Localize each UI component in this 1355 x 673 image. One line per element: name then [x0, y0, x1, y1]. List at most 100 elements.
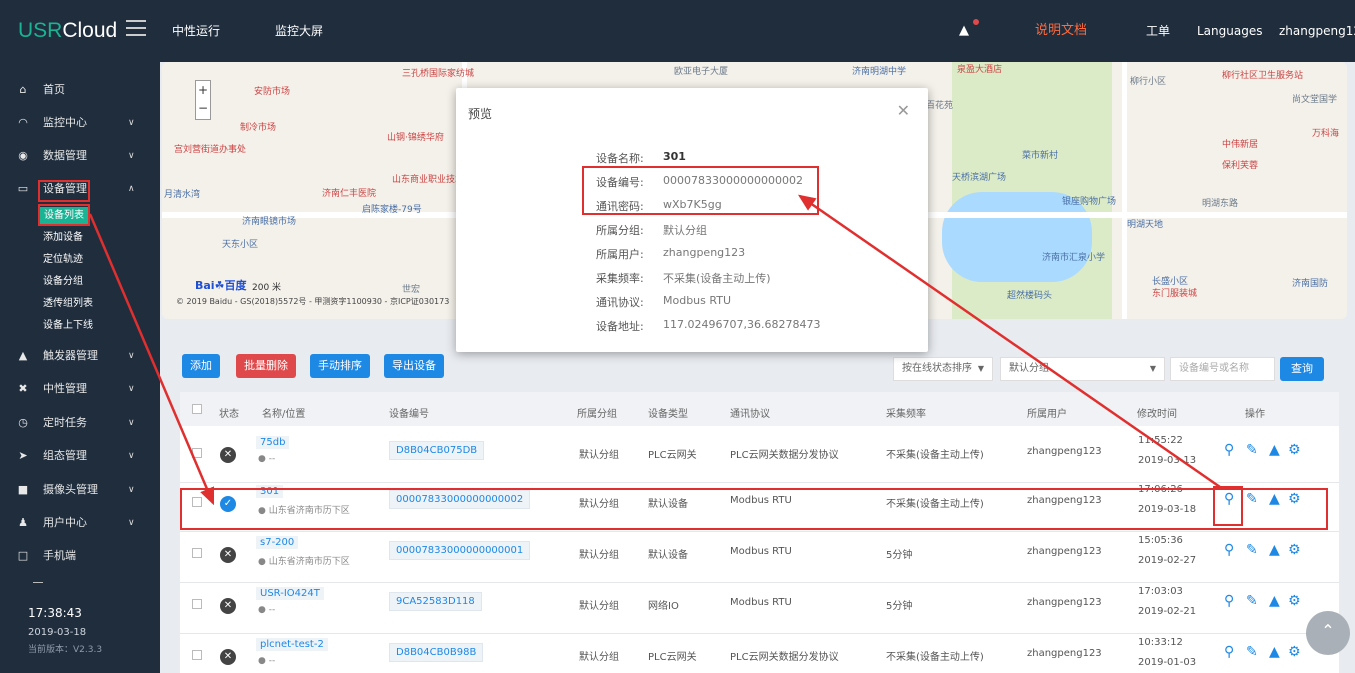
map-label: 天桥滨湖广场 — [952, 173, 1007, 183]
device-number[interactable]: D8B04CB075DB — [389, 441, 485, 460]
edit-icon[interactable]: ✎ — [1246, 644, 1258, 660]
map-zoom-control[interactable]: + − — [195, 80, 211, 120]
sidebar-sub-add-device[interactable]: 添加设备 — [43, 229, 83, 247]
modified-time: 11:55:22 — [1138, 435, 1183, 446]
device-frequency: 5分钟 — [886, 601, 913, 612]
nav-monitor-screen[interactable]: 监控大屏 — [275, 0, 323, 62]
device-number[interactable]: 9CA52583D118 — [389, 592, 482, 611]
gear-icon[interactable]: ⚙ — [1288, 442, 1301, 458]
field-group: 所属分组: 默认分组 — [596, 224, 707, 237]
manual-sort-button[interactable]: 手动排序 — [310, 354, 370, 378]
edit-icon[interactable]: ✎ — [1246, 542, 1258, 558]
chevron-down-icon: ∨ — [128, 384, 135, 394]
device-frequency: 不采集(设备主动上传) — [886, 450, 984, 461]
search-icon[interactable]: ⚲ — [1224, 442, 1234, 458]
device-user: zhangpeng123 — [1027, 546, 1102, 557]
edit-icon[interactable]: ✎ — [1246, 593, 1258, 609]
row-checkbox[interactable] — [192, 548, 202, 558]
map-label: 东门服装城 — [1152, 289, 1198, 299]
caret-down-icon: ▼ — [977, 364, 984, 373]
annotation-box-device-info — [582, 166, 819, 215]
offline-x-icon: ✕ — [220, 447, 236, 463]
field-device-name: 设备名称: 301 — [596, 150, 686, 165]
sort-select[interactable]: 按在线状态排序 ▼ — [893, 357, 993, 381]
menu-toggle-icon[interactable] — [126, 20, 146, 36]
map-label: 柳行小区 — [1130, 77, 1167, 87]
scroll-top-button[interactable]: ⌃ — [1306, 611, 1350, 655]
nav-user[interactable]: zhangpeng123 — [1279, 0, 1355, 62]
search-input[interactable]: 设备编号或名称 — [1170, 357, 1275, 381]
annotation-box-row — [180, 488, 1328, 530]
map-label: 欧亚电子大厦 — [674, 67, 729, 77]
map-label: 济南明湖中学 — [852, 67, 907, 77]
caret-down-icon: ▼ — [1149, 364, 1156, 373]
camera-icon: ■ — [17, 483, 29, 496]
offline-x-icon: ✕ — [220, 547, 236, 563]
row-checkbox[interactable] — [192, 599, 202, 609]
batch-delete-button[interactable]: 批量删除 — [236, 354, 296, 378]
row-checkbox[interactable] — [192, 448, 202, 458]
device-name[interactable]: s7-200 — [256, 536, 299, 549]
offline-x-icon: ✕ — [220, 649, 236, 665]
sidebar-item-home[interactable]: ⌂ 首页 — [0, 80, 160, 100]
bell-icon[interactable]: ▲ — [959, 19, 979, 39]
select-all-checkbox[interactable] — [192, 404, 202, 414]
device-user: zhangpeng123 — [1027, 446, 1102, 457]
device-name[interactable]: 75db — [256, 436, 290, 449]
annotation-box-device-list — [38, 204, 90, 226]
row-checkbox[interactable] — [192, 650, 202, 660]
trash-icon[interactable]: ▲ — [1269, 593, 1280, 609]
gear-icon[interactable]: ⚙ — [1288, 644, 1301, 660]
trash-icon[interactable]: ▲ — [1269, 644, 1280, 660]
trash-icon[interactable]: ▲ — [1269, 442, 1280, 458]
sidebar-item-monitor[interactable]: ◠ 监控中心 ∨ — [0, 113, 160, 133]
sidebar-sub-passthrough[interactable]: 透传组列表 — [43, 295, 93, 313]
notification-dot — [973, 19, 979, 25]
sidebar-item-schedule[interactable]: ◷ 定时任务 ∨ — [0, 413, 160, 433]
sidebar-item-data[interactable]: ◉ 数据管理 ∨ — [0, 146, 160, 166]
device-user: zhangpeng123 — [1027, 648, 1102, 659]
gear-icon[interactable]: ⚙ — [1288, 542, 1301, 558]
sidebar-item-mobile[interactable]: □ 手机端 — [0, 546, 160, 566]
device-protocol: PLC云网关数据分发协议 — [730, 450, 839, 461]
sidebar-item-trigger[interactable]: ▲ 触发器管理 ∨ — [0, 346, 160, 366]
device-number[interactable]: D8B04CB0B98B — [389, 643, 484, 662]
query-button[interactable]: 查询 — [1280, 357, 1324, 381]
sidebar-sub-group[interactable]: 设备分组 — [43, 273, 83, 291]
device-location: ● -- — [258, 605, 276, 615]
sidebar-sub-online-offline[interactable]: 设备上下线 — [43, 317, 93, 335]
close-icon[interactable]: ✕ — [897, 101, 910, 120]
map-label: 天东小区 — [222, 240, 259, 250]
device-location: ● -- — [258, 454, 276, 464]
search-icon[interactable]: ⚲ — [1224, 542, 1234, 558]
nav-ticket[interactable]: 工单 — [1146, 0, 1170, 62]
sidebar-item-users[interactable]: ♟ 用户中心 ∨ — [0, 513, 160, 533]
edit-icon[interactable]: ✎ — [1246, 442, 1258, 458]
sidebar-item-neutral[interactable]: ✖ 中性管理 ∨ — [0, 379, 160, 399]
gear-icon[interactable]: ⚙ — [1288, 593, 1301, 609]
row-divider — [180, 633, 1339, 634]
nav-docs[interactable]: 说明文档 — [1035, 0, 1087, 62]
clock-icon: ◷ — [18, 416, 28, 429]
sidebar-item-camera[interactable]: ■ 摄像头管理 ∨ — [0, 480, 160, 500]
data-icon: ◉ — [18, 149, 28, 162]
device-name[interactable]: plcnet-test-2 — [256, 638, 328, 651]
chevron-down-icon: ∨ — [128, 151, 135, 161]
search-icon[interactable]: ⚲ — [1224, 644, 1234, 660]
device-name[interactable]: USR-IO424T — [256, 587, 324, 600]
add-button[interactable]: 添加 — [182, 354, 220, 378]
device-group: 默认分组 — [579, 450, 619, 461]
row-divider — [180, 531, 1339, 532]
trash-icon[interactable]: ▲ — [1269, 542, 1280, 558]
nav-neutral-run[interactable]: 中性运行 — [172, 0, 220, 62]
field-protocol: 通讯协议: Modbus RTU — [596, 294, 731, 309]
export-button[interactable]: 导出设备 — [384, 354, 444, 378]
sidebar-sub-track[interactable]: 定位轨迹 — [43, 251, 83, 269]
col-group: 所属分组 — [577, 409, 617, 420]
nav-languages[interactable]: Languages — [1197, 0, 1262, 62]
pin-icon: ● — [258, 557, 269, 567]
sidebar-item-config[interactable]: ➤ 组态管理 ∨ — [0, 446, 160, 466]
group-select[interactable]: 默认分组 ▼ — [1000, 357, 1165, 381]
device-number[interactable]: 00007833000000000001 — [389, 541, 531, 560]
search-icon[interactable]: ⚲ — [1224, 593, 1234, 609]
